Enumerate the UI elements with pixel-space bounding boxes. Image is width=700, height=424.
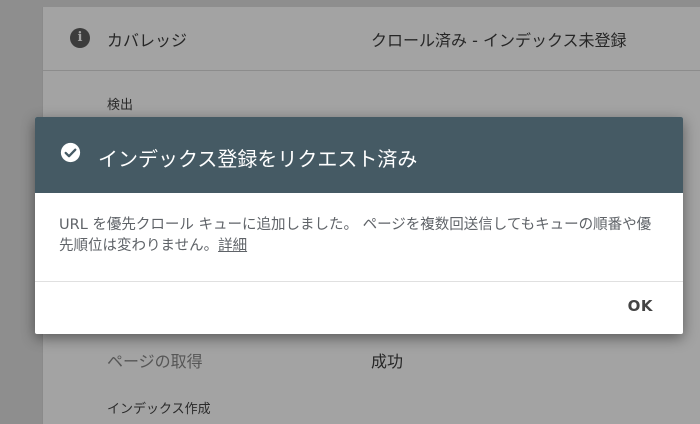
check-circle-icon [60, 142, 81, 163]
info-icon: i [70, 28, 90, 48]
dialog-message-text: URL を優先クロール キューに追加しました。 ページを複数回送信してもキューの… [59, 217, 652, 254]
page-fetch-value: 成功 [371, 352, 404, 371]
detect-heading: 検出 [107, 98, 134, 113]
indexing-heading: インデックス作成 [107, 402, 211, 417]
coverage-label: カバレッジ [107, 31, 188, 50]
indexing-requested-dialog: インデックス登録をリクエスト済み URL を優先クロール キューに追加しました。… [35, 117, 683, 334]
ok-button[interactable]: OK [618, 293, 663, 319]
details-link[interactable]: 詳細 [218, 238, 247, 254]
coverage-value: クロール済み - インデックス未登録 [371, 31, 627, 50]
dialog-title: インデックス登録をリクエスト済み [98, 147, 418, 171]
dialog-header: インデックス登録をリクエスト済み [35, 117, 683, 193]
dialog-message: URL を優先クロール キューに追加しました。 ページを複数回送信してもキューの… [59, 215, 659, 257]
coverage-row[interactable]: i カバレッジ クロール済み - インデックス未登録 [43, 7, 700, 71]
page-fetch-label: ページの取得 [107, 352, 203, 371]
dialog-divider [35, 281, 683, 282]
